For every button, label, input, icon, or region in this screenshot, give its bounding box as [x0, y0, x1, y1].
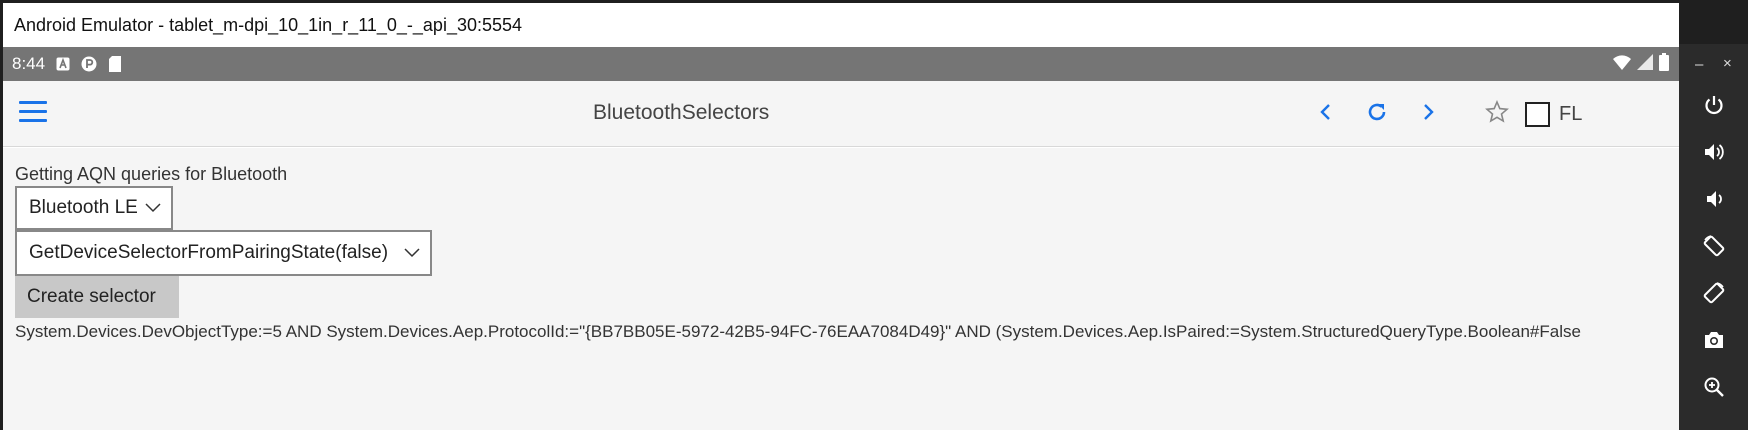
- sd-card-icon: [107, 56, 123, 72]
- refresh-icon: [1365, 100, 1389, 129]
- transport-select-value: Bluetooth LE: [29, 197, 138, 218]
- emulator-window: Android Emulator - tablet_m-dpi_10_1in_r…: [3, 3, 1679, 430]
- wifi-icon: [1613, 54, 1631, 75]
- screenshot-button[interactable]: [1700, 328, 1728, 356]
- section-heading: Getting AQN queries for Bluetooth: [15, 164, 288, 184]
- rotate-left-button[interactable]: [1700, 234, 1728, 262]
- rotate-right-icon: [1702, 281, 1726, 310]
- volume-up-icon: [1703, 141, 1725, 168]
- close-button[interactable]: ×: [1723, 55, 1732, 72]
- toolbar-top-strip: [1679, 0, 1748, 44]
- battery-icon: [1659, 52, 1669, 76]
- refresh-button[interactable]: [1362, 99, 1392, 129]
- volume-up-button[interactable]: [1700, 140, 1728, 168]
- p-notification-icon: [81, 56, 97, 72]
- zoom-icon: [1703, 376, 1725, 403]
- fl-label: FL: [1559, 103, 1583, 125]
- volume-down-button[interactable]: [1700, 187, 1728, 215]
- android-status-bar: 8:44: [3, 47, 1679, 81]
- page-title: BluetoothSelectors: [593, 101, 770, 124]
- back-button[interactable]: [1311, 99, 1341, 129]
- power-icon: [1703, 94, 1725, 121]
- screen: Android Emulator - tablet_m-dpi_10_1in_r…: [0, 0, 1748, 430]
- app-bar: BluetoothSelectors FL: [3, 81, 1679, 147]
- rotate-right-button[interactable]: [1700, 281, 1728, 309]
- status-time: 8:44: [12, 54, 46, 73]
- method-select[interactable]: GetDeviceSelectorFromPairingState(false): [15, 230, 432, 276]
- rotate-left-icon: [1702, 234, 1726, 263]
- window-title: Android Emulator - tablet_m-dpi_10_1in_r…: [3, 3, 1679, 47]
- forward-button[interactable]: [1413, 99, 1443, 129]
- chevron-down-icon: [404, 242, 420, 264]
- menu-icon[interactable]: [19, 101, 47, 125]
- selector-result-text: System.Devices.DevObjectType:=5 AND Syst…: [15, 322, 1581, 341]
- transport-select[interactable]: Bluetooth LE: [15, 186, 173, 230]
- main-content: Getting AQN queries for Bluetooth Blueto…: [3, 148, 1679, 430]
- power-button[interactable]: [1700, 93, 1728, 121]
- chevron-down-icon: [145, 197, 161, 219]
- create-selector-button[interactable]: Create selector: [15, 276, 179, 318]
- status-right-icons: [1613, 47, 1669, 81]
- chevron-left-icon: [1319, 103, 1333, 126]
- a-notification-icon: [55, 56, 71, 72]
- zoom-button[interactable]: [1700, 375, 1728, 403]
- star-icon: [1485, 99, 1509, 129]
- camera-icon: [1703, 330, 1725, 355]
- favorite-button[interactable]: [1482, 99, 1512, 129]
- chevron-right-icon: [1421, 103, 1435, 126]
- minimize-button[interactable]: –: [1695, 56, 1703, 73]
- cell-signal-icon: [1637, 53, 1653, 75]
- fl-checkbox[interactable]: [1525, 102, 1550, 127]
- method-select-value: GetDeviceSelectorFromPairingState(false): [29, 242, 389, 263]
- volume-down-icon: [1703, 188, 1725, 215]
